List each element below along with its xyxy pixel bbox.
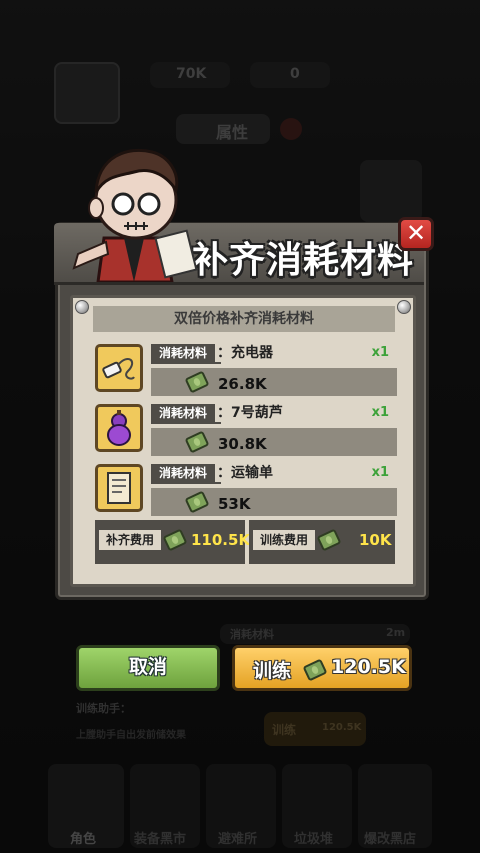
nav-character-label: 角色 <box>70 832 97 847</box>
material-qty: x1 <box>371 465 389 480</box>
nav-market[interactable]: 装备黑市 <box>130 764 200 848</box>
nav-junkyard[interactable]: 垃圾堆 <box>282 764 352 848</box>
close-icon: ✕ <box>405 219 427 247</box>
charger-icon <box>95 344 143 392</box>
money-icon <box>302 658 328 682</box>
document-icon <box>95 464 143 512</box>
material-name: ：运输单 <box>217 465 273 481</box>
cash-value: 70K <box>176 66 207 82</box>
material-qty: x1 <box>371 345 389 360</box>
bg-helper-label: 训练助手： <box>76 702 131 715</box>
cancel-label: 取消 <box>128 656 167 678</box>
material-tag: 消耗材料 <box>151 464 215 482</box>
train-cost-value: 10K <box>359 531 392 549</box>
bg-train-label: 训练 <box>272 723 297 737</box>
outfit-slot[interactable] <box>360 160 422 222</box>
nav-mod-shop-label: 爆改黑店 <box>364 832 417 847</box>
attributes-label: 属性 <box>216 123 249 142</box>
train-cost-box: 训练费用 10K <box>249 520 395 564</box>
cancel-button[interactable]: 取消 <box>76 645 220 691</box>
bg-material-label: 消耗材料 <box>230 628 274 641</box>
material-row: 消耗材料 ：7号葫芦 x1 30.8K <box>95 404 397 458</box>
material-price: 26.8K <box>218 375 267 393</box>
refill-cost-box: 补齐费用 110.5K <box>95 520 250 564</box>
bg-hint: 上膛助手自出发前储效果 <box>76 730 186 741</box>
material-name: ：充电器 <box>217 345 273 361</box>
bg-time: 2m <box>386 626 406 639</box>
attributes-tab[interactable]: 属性 <box>176 114 270 144</box>
money-icon <box>316 528 342 552</box>
train-total-cost: 120.5K <box>331 656 406 678</box>
nav-character[interactable]: 角色 <box>48 764 124 848</box>
material-qty: x1 <box>371 405 389 420</box>
material-price: 53K <box>218 495 251 513</box>
train-cost-label: 训练费用 <box>253 530 315 550</box>
nav-shelter-label: 避难所 <box>218 832 258 847</box>
money-icon <box>162 528 188 552</box>
dialog-title: 补齐消耗材料 <box>192 240 415 281</box>
nav-mod-shop[interactable]: 爆改黑店 <box>358 764 432 848</box>
bg-train-button: 训练 120.5K <box>264 712 366 746</box>
player-avatar[interactable] <box>54 62 120 124</box>
close-button[interactable]: ✕ <box>398 217 434 251</box>
nav-junkyard-label: 垃圾堆 <box>294 832 334 847</box>
bottom-nav: 角色 装备黑市 避难所 垃圾堆 爆改黑店 <box>0 760 480 853</box>
rivet-icon <box>397 300 411 314</box>
material-name: ：7号葫芦 <box>217 405 283 421</box>
material-row: 消耗材料 ：运输单 x1 53K <box>95 464 397 518</box>
train-label: 训练 <box>253 660 292 682</box>
refill-cost-value: 110.5K <box>191 531 251 549</box>
gourd-icon <box>95 404 143 452</box>
rivet-icon <box>75 300 89 314</box>
material-tag: 消耗材料 <box>151 344 215 362</box>
refill-cost-label: 补齐费用 <box>99 530 161 550</box>
character-mascot <box>68 142 198 284</box>
tag-underline <box>151 482 221 484</box>
bg-train-cost: 120.5K <box>322 722 362 733</box>
bg-material-panel: 消耗材料 2m <box>220 624 410 644</box>
tag-underline <box>151 362 221 364</box>
alert-icon[interactable] <box>280 118 302 140</box>
material-row: 消耗材料 ：充电器 x1 26.8K <box>95 344 397 398</box>
gem-value: 0 <box>290 66 300 82</box>
nav-market-label: 装备黑市 <box>134 832 187 847</box>
nav-shelter[interactable]: 避难所 <box>206 764 276 848</box>
material-price: 30.8K <box>218 435 267 453</box>
train-button[interactable]: 训练 120.5K <box>232 645 412 691</box>
tag-underline <box>151 422 221 424</box>
material-tag: 消耗材料 <box>151 404 215 422</box>
materials-panel: 双倍价格补齐消耗材料 消耗材料 ：充电器 x1 26.8K 消耗材料 ：7号葫芦… <box>70 295 416 587</box>
cash-counter: 70K <box>150 62 230 88</box>
gem-counter: 0 <box>250 62 330 88</box>
panel-header: 双倍价格补齐消耗材料 <box>93 306 395 332</box>
